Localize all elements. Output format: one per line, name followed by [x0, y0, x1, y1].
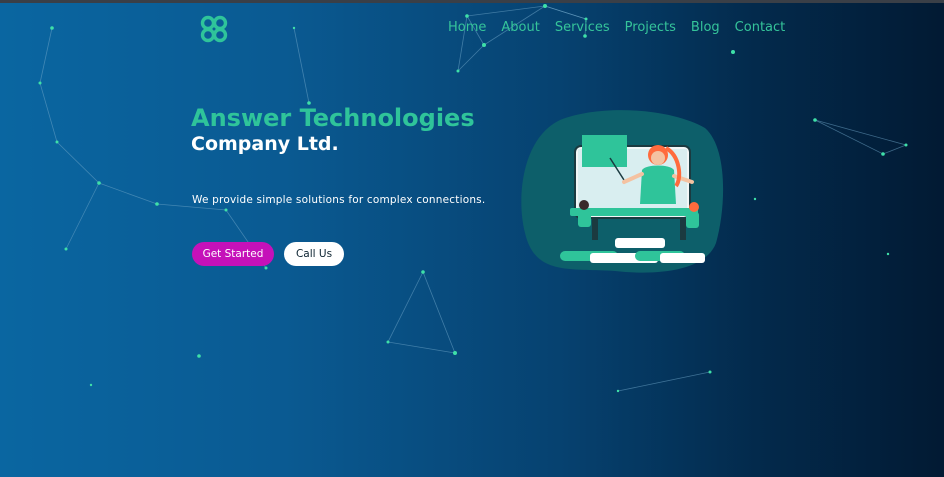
hero-title: Answer Technologies — [191, 104, 475, 132]
get-started-button[interactable]: Get Started — [192, 242, 274, 266]
nav-item-about[interactable]: About — [501, 20, 539, 35]
nav-item-services[interactable]: Services — [555, 20, 610, 35]
hero-tagline: We provide simple solutions for complex … — [192, 194, 486, 206]
hero-subtitle: Company Ltd. — [191, 133, 339, 155]
nav-item-home[interactable]: Home — [448, 20, 486, 35]
call-us-button[interactable]: Call Us — [284, 242, 344, 266]
online-teacher-illustration — [521, 110, 724, 273]
four-petal-knot-icon[interactable] — [199, 14, 229, 44]
nav-item-projects[interactable]: Projects — [625, 20, 676, 35]
nav-item-blog[interactable]: Blog — [691, 20, 720, 35]
main-navigation: Home About Services Projects Blog Contac… — [448, 20, 785, 35]
nav-item-contact[interactable]: Contact — [735, 20, 786, 35]
particle-network-background — [38, 4, 908, 393]
